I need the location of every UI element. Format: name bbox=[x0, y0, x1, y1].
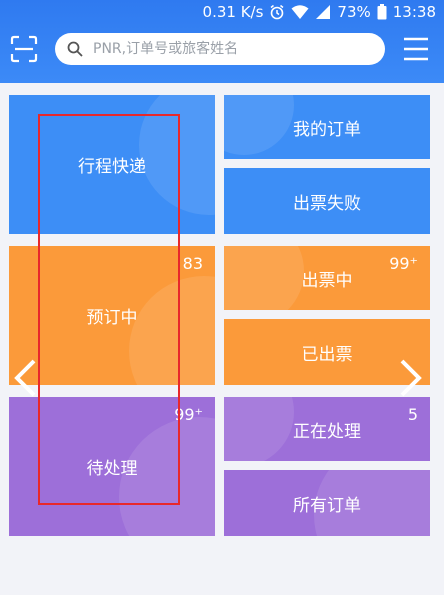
tile-all-orders-label: 所有订单 bbox=[293, 495, 361, 516]
tile-my-orders-label: 我的订单 bbox=[293, 119, 361, 140]
header-bar: 0.31 K/s 73% 13:38 bbox=[0, 0, 444, 83]
tile-ticket-failed[interactable]: 出票失败 bbox=[224, 168, 430, 234]
wifi-icon bbox=[291, 5, 309, 19]
battery-icon bbox=[377, 4, 387, 20]
tile-ticketing-label: 出票中 bbox=[301, 270, 353, 291]
search-bar[interactable] bbox=[55, 33, 385, 65]
tile-processing-label: 正在处理 bbox=[293, 421, 361, 442]
menu-icon[interactable] bbox=[402, 35, 430, 63]
chevron-right-icon[interactable] bbox=[398, 358, 424, 398]
tile-booking-count: 83 bbox=[182, 254, 203, 273]
search-icon bbox=[67, 41, 83, 57]
battery-percent: 73% bbox=[337, 3, 371, 21]
tile-decoration bbox=[224, 246, 304, 310]
tile-all-orders[interactable]: 所有订单 bbox=[224, 470, 430, 536]
tile-ticket-failed-label: 出票失败 bbox=[293, 193, 361, 214]
status-right: 0.31 K/s 73% 13:38 bbox=[203, 0, 436, 24]
chevron-left-icon[interactable] bbox=[12, 358, 38, 398]
network-speed: 0.31 K/s bbox=[202, 3, 264, 21]
tile-ticketing[interactable]: 99⁺ 出票中 bbox=[224, 246, 430, 310]
tile-my-orders[interactable]: 我的订单 bbox=[224, 95, 430, 159]
scan-icon[interactable] bbox=[10, 35, 38, 63]
status-bar: 0.31 K/s 73% 13:38 bbox=[0, 0, 444, 24]
alarm-icon bbox=[270, 4, 284, 20]
clock: 13:38 bbox=[392, 3, 436, 21]
annotation-highlight-box bbox=[38, 114, 180, 505]
tile-ticketed-label: 已出票 bbox=[301, 344, 353, 365]
tile-decoration bbox=[224, 397, 294, 461]
tile-processing-count: 5 bbox=[407, 405, 418, 424]
tile-ticketing-count: 99⁺ bbox=[389, 254, 418, 273]
signal-icon bbox=[316, 5, 331, 19]
tile-decoration bbox=[224, 95, 294, 155]
search-input[interactable] bbox=[91, 40, 375, 58]
tile-processing[interactable]: 5 正在处理 bbox=[224, 397, 430, 461]
